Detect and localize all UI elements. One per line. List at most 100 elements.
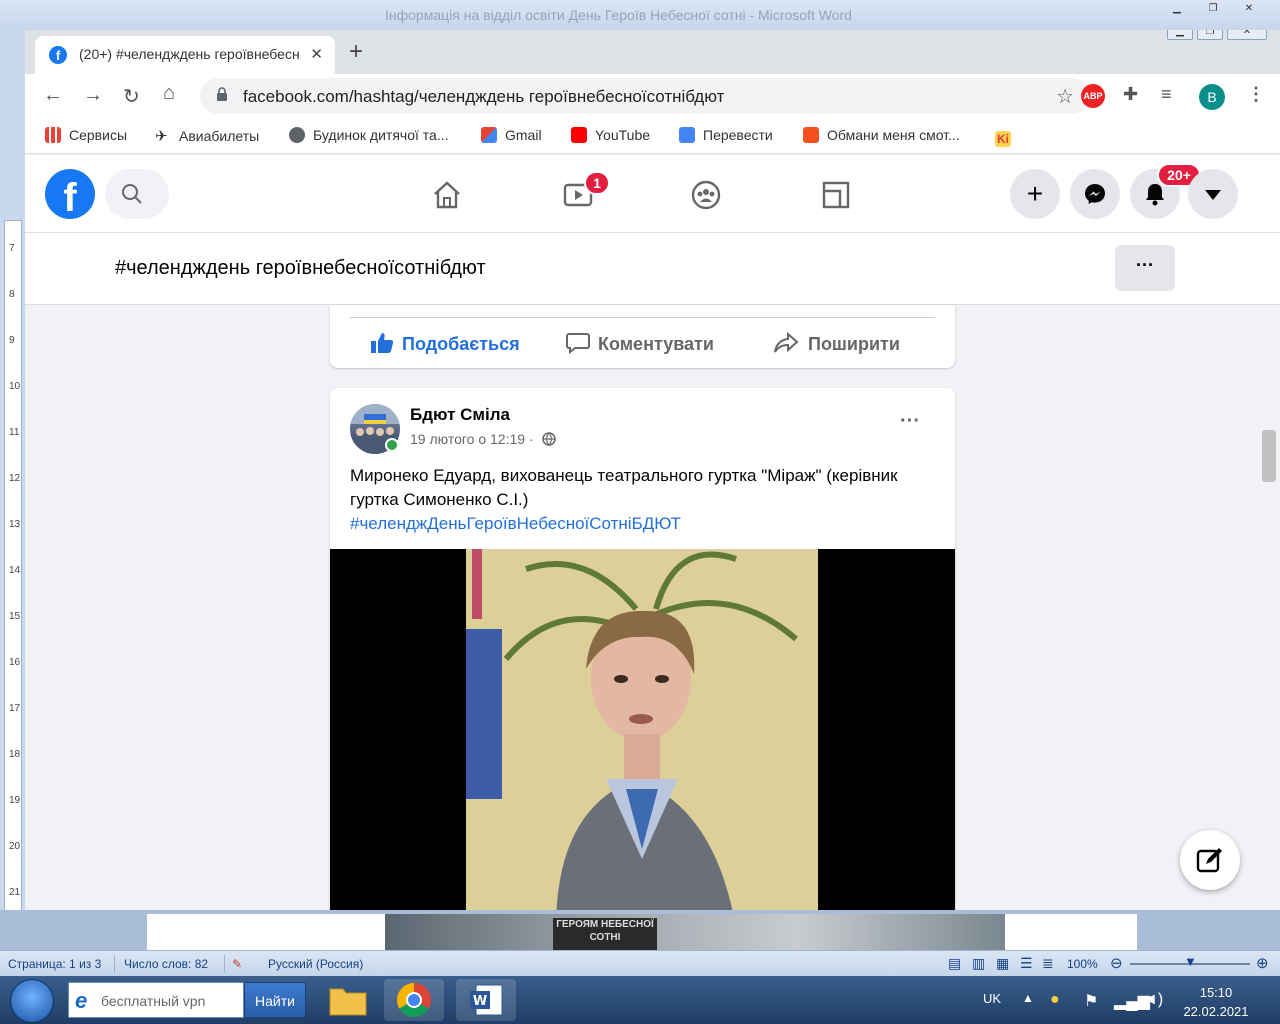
chrome-taskbar-button[interactable]	[384, 979, 444, 1021]
word-embedded-photo[interactable]: ГЕРОЯМ НЕБЕСНОЇ СОТНІ	[385, 914, 1005, 950]
facebook-top-nav: f 1 + 20+	[25, 155, 1280, 233]
bookmark-youtube[interactable]: YouTube	[571, 127, 650, 143]
ki-icon: Ki	[995, 131, 1011, 147]
view-draft-icon[interactable]: ≣	[1042, 955, 1054, 972]
bookmark-gmail[interactable]: Gmail	[481, 127, 542, 143]
page-count[interactable]: Страница: 1 из 3	[8, 957, 101, 971]
profile-avatar[interactable]: B	[1199, 84, 1225, 110]
new-tab-icon[interactable]: +	[349, 38, 363, 66]
hashtag-more-button[interactable]: ···	[1115, 245, 1175, 291]
zoom-in-icon[interactable]: ⊕	[1256, 954, 1269, 972]
chrome-icon	[397, 983, 431, 1017]
post-date[interactable]: 19 лютого о 12:19 ·	[410, 431, 556, 447]
bookmark-translate[interactable]: Перевести	[679, 127, 773, 143]
word-count[interactable]: Число слов: 82	[124, 957, 208, 971]
bookmark-services[interactable]: Сервисы	[45, 127, 127, 143]
tray-expand-icon[interactable]: ▲	[1022, 991, 1034, 1005]
tray-action-center-icon[interactable]: ⚑	[1084, 991, 1098, 1011]
word-minimize-icon[interactable]: ▁	[1164, 2, 1190, 18]
reload-icon[interactable]: ↻	[123, 84, 140, 109]
ruler-number: 12	[9, 473, 21, 484]
taskbar-find-button[interactable]: Найти	[244, 982, 306, 1018]
video-frame	[466, 549, 818, 910]
view-outline-icon[interactable]: ☰	[1020, 955, 1033, 972]
messenger-button[interactable]	[1070, 169, 1120, 219]
chrome-minimize-icon[interactable]: ▁	[1167, 30, 1193, 40]
globe-public-icon	[541, 432, 556, 446]
media-control-icon[interactable]: ≡	[1161, 84, 1172, 105]
address-bar[interactable]: facebook.com/hashtag/челендждень героївн…	[200, 78, 1090, 114]
zoom-slider-thumb[interactable]: ▼	[1184, 954, 1197, 969]
hashtag-title: #челендждень героївнебесноїсотнібдют	[115, 257, 486, 279]
adblock-plus-icon[interactable]: ABP	[1081, 84, 1105, 108]
ruler-number: 13	[9, 519, 21, 530]
ruler-number: 7	[9, 243, 15, 254]
clock-date: 22.02.2021	[1183, 1004, 1249, 1019]
ruler-number: 21	[9, 887, 21, 898]
bookmark-star-icon[interactable]: ☆	[1056, 84, 1074, 109]
post-author[interactable]: Бдют Сміла	[410, 405, 510, 425]
facebook-logo[interactable]: f	[45, 169, 95, 219]
chrome-restore-icon[interactable]: ❐	[1197, 30, 1223, 40]
tab-close-icon[interactable]: ✕	[310, 45, 323, 63]
spellcheck-icon[interactable]: ✎	[232, 957, 242, 971]
caret-down-icon	[1205, 190, 1221, 200]
share-icon	[774, 331, 799, 353]
facebook-search-button[interactable]	[105, 169, 169, 219]
zoom-level[interactable]: 100%	[1067, 957, 1098, 971]
bookmark-flights[interactable]: ✈ Авиабилеты	[155, 127, 259, 145]
page-scrollbar-thumb[interactable]	[1262, 430, 1276, 482]
chrome-window: f (20+) #челендждень героївнебесноїсотні…	[25, 30, 1280, 910]
groups-icon[interactable]	[690, 179, 722, 211]
new-message-button[interactable]	[1180, 830, 1240, 890]
word-close-icon[interactable]: ✕	[1236, 2, 1262, 18]
share-button[interactable]: Поширити	[774, 331, 900, 355]
watch-badge: 1	[584, 171, 610, 195]
home-icon[interactable]: ⌂	[163, 82, 175, 105]
back-icon[interactable]: ←	[43, 84, 63, 107]
taskbar-search-field[interactable]: e бесплатный vpn	[68, 982, 244, 1018]
view-reading-icon[interactable]: ▥	[972, 955, 985, 972]
language-indicator[interactable]: Русский (Россия)	[268, 957, 363, 971]
taskbar-clock[interactable]: 15:10 22.02.2021	[1180, 983, 1252, 1021]
tab-title: (20+) #челендждень героївнебесноїсотнібд…	[79, 46, 299, 62]
view-web-icon[interactable]: ▦	[996, 955, 1009, 972]
globe-icon	[289, 127, 305, 143]
keyboard-language[interactable]: UK	[983, 991, 1001, 1006]
ruler-number: 14	[9, 565, 21, 576]
account-menu-button[interactable]	[1188, 169, 1238, 219]
zoom-out-icon[interactable]: ⊖	[1110, 954, 1123, 972]
chrome-close-icon[interactable]: ✕	[1227, 30, 1267, 40]
tray-app-icon[interactable]: ●	[1050, 991, 1060, 1009]
ruler-number: 11	[9, 427, 20, 438]
browser-toolbar: ← → ↻ ⌂ facebook.com/hashtag/челендждень…	[25, 74, 1280, 118]
ruler-number: 19	[9, 795, 21, 806]
forward-icon[interactable]: →	[83, 84, 103, 107]
view-print-layout-icon[interactable]: ▤	[948, 955, 961, 972]
extensions-puzzle-icon[interactable]: ✚	[1123, 84, 1138, 105]
tab-strip: f (20+) #челендждень героївнебесноїсотні…	[25, 30, 1280, 74]
word-taskbar-button[interactable]: W	[456, 979, 516, 1021]
apps-grid-icon	[45, 127, 61, 143]
start-button[interactable]	[10, 979, 54, 1023]
tab-facebook[interactable]: f (20+) #челендждень героївнебесноїсотні…	[35, 36, 335, 74]
comment-button[interactable]: Коментувати	[566, 332, 714, 355]
post-hashtag-link[interactable]: #челенджДеньГероївНебесноїСотніБДЮТ	[350, 514, 681, 533]
word-page: ГЕРОЯМ НЕБЕСНОЇ СОТНІ	[147, 914, 1137, 950]
like-button[interactable]: Подобається	[370, 332, 520, 355]
post-video[interactable]	[330, 549, 955, 910]
home-nav-icon[interactable]	[431, 179, 463, 211]
bookmark-children-house[interactable]: Будинок дитячої та...	[289, 127, 449, 143]
volume-icon[interactable]: ◄)	[1142, 991, 1163, 1009]
post-more-button[interactable]: ···	[900, 410, 920, 433]
gmail-icon	[481, 127, 497, 143]
chrome-menu-icon[interactable]: ⋮	[1247, 84, 1265, 105]
word-restore-icon[interactable]: ❐	[1200, 2, 1226, 18]
gaming-icon[interactable]	[820, 179, 852, 211]
explorer-taskbar-button[interactable]	[318, 979, 378, 1021]
bookmark-lie-to-me[interactable]: Обмани меня смот...	[803, 127, 960, 143]
bookmark-ki[interactable]: Ki	[995, 127, 1019, 147]
word-icon: W	[470, 984, 503, 1016]
create-plus-button[interactable]: +	[1010, 169, 1060, 219]
memorial-plaque: ГЕРОЯМ НЕБЕСНОЇ СОТНІ	[553, 918, 657, 950]
